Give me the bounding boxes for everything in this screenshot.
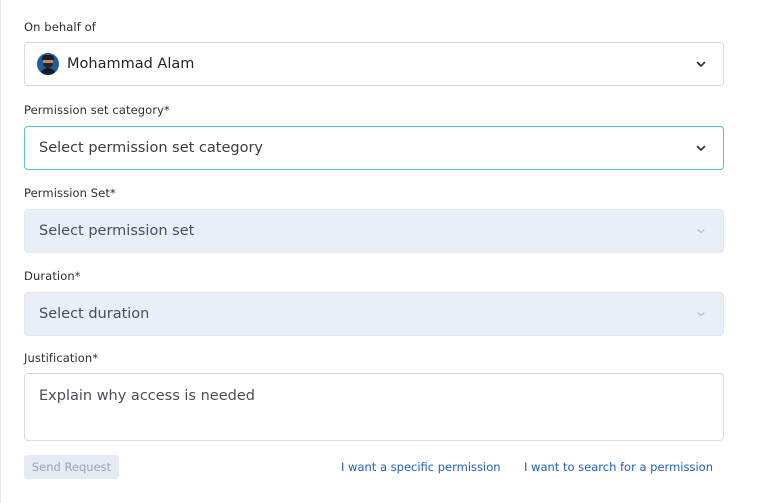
justification-label: Justification* — [24, 351, 99, 365]
chevron-down-icon — [697, 229, 705, 234]
justification-placeholder: Explain why access is needed — [39, 388, 255, 404]
chevron-down-icon — [696, 61, 706, 67]
permission-set-category-select[interactable]: Select permission set category — [24, 126, 724, 170]
selected-user-name: Mohammad Alam — [67, 56, 195, 72]
avatar — [37, 53, 59, 75]
on-behalf-of-label: On behalf of — [24, 20, 96, 34]
search-permission-link[interactable]: I want to search for a permission — [524, 460, 713, 474]
permission-set-category-label: Permission set category* — [24, 103, 170, 117]
chevron-down-icon — [697, 312, 705, 317]
permission-set-label: Permission Set* — [24, 186, 116, 200]
permission-set-select[interactable]: Select permission set — [24, 209, 724, 253]
justification-textarea[interactable]: Explain why access is needed — [24, 373, 724, 441]
send-request-button[interactable]: Send Request — [24, 455, 119, 479]
permission-set-placeholder: Select permission set — [39, 223, 195, 239]
permission-set-category-placeholder: Select permission set category — [39, 140, 263, 156]
on-behalf-of-select[interactable]: Mohammad Alam — [24, 42, 724, 86]
specific-permission-link[interactable]: I want a specific permission — [341, 460, 501, 474]
access-request-form: On behalf of Mohammad Alam Permission se… — [0, 0, 757, 503]
duration-label: Duration* — [24, 269, 81, 283]
chevron-down-icon — [696, 145, 706, 151]
duration-select[interactable]: Select duration — [24, 292, 724, 336]
duration-placeholder: Select duration — [39, 306, 150, 322]
